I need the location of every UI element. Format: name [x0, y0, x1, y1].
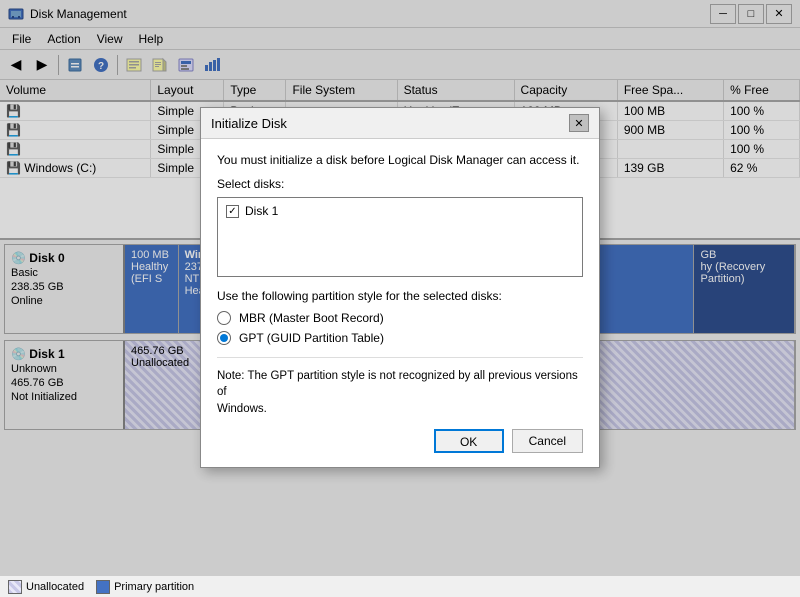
disk-1-list-label: Disk 1	[245, 204, 278, 218]
legend-primary: Primary partition	[96, 580, 194, 594]
disk-1-checkbox[interactable]: ✓	[226, 205, 239, 218]
partition-style-label: Use the following partition style for th…	[217, 289, 583, 303]
gpt-radio[interactable]	[217, 331, 231, 345]
modal-body: You must initialize a disk before Logica…	[201, 139, 599, 466]
mbr-label: MBR (Master Boot Record)	[239, 311, 384, 325]
select-disks-label: Select disks:	[217, 177, 583, 191]
modal-overlay: Initialize Disk ✕ You must initialize a …	[0, 0, 800, 575]
gpt-label: GPT (GUID Partition Table)	[239, 331, 384, 345]
disk-list-box[interactable]: ✓ Disk 1	[217, 197, 583, 277]
legend-primary-box	[96, 580, 110, 594]
legend-primary-label: Primary partition	[114, 581, 194, 593]
legend-unallocated: Unallocated	[8, 580, 84, 594]
initialize-disk-dialog: Initialize Disk ✕ You must initialize a …	[200, 107, 600, 467]
modal-description: You must initialize a disk before Logica…	[217, 153, 583, 167]
modal-close-button[interactable]: ✕	[569, 114, 589, 132]
mbr-option[interactable]: MBR (Master Boot Record)	[217, 311, 583, 325]
gpt-radio-selected	[220, 334, 228, 342]
modal-title: Initialize Disk	[211, 116, 287, 131]
legend-unalloc-label: Unallocated	[26, 581, 84, 593]
status-bar: Unallocated Primary partition	[0, 575, 800, 597]
mbr-radio[interactable]	[217, 311, 231, 325]
gpt-option[interactable]: GPT (GUID Partition Table)	[217, 331, 583, 345]
modal-note: Note: The GPT partition style is not rec…	[217, 357, 583, 416]
partition-style-options: MBR (Master Boot Record) GPT (GUID Parti…	[217, 311, 583, 345]
disk-list-item-0[interactable]: ✓ Disk 1	[222, 202, 578, 220]
modal-title-bar: Initialize Disk ✕	[201, 108, 599, 139]
legend-unalloc-box	[8, 580, 22, 594]
modal-buttons: OK Cancel	[217, 429, 583, 453]
cancel-button[interactable]: Cancel	[512, 429, 583, 453]
ok-button[interactable]: OK	[434, 429, 504, 453]
